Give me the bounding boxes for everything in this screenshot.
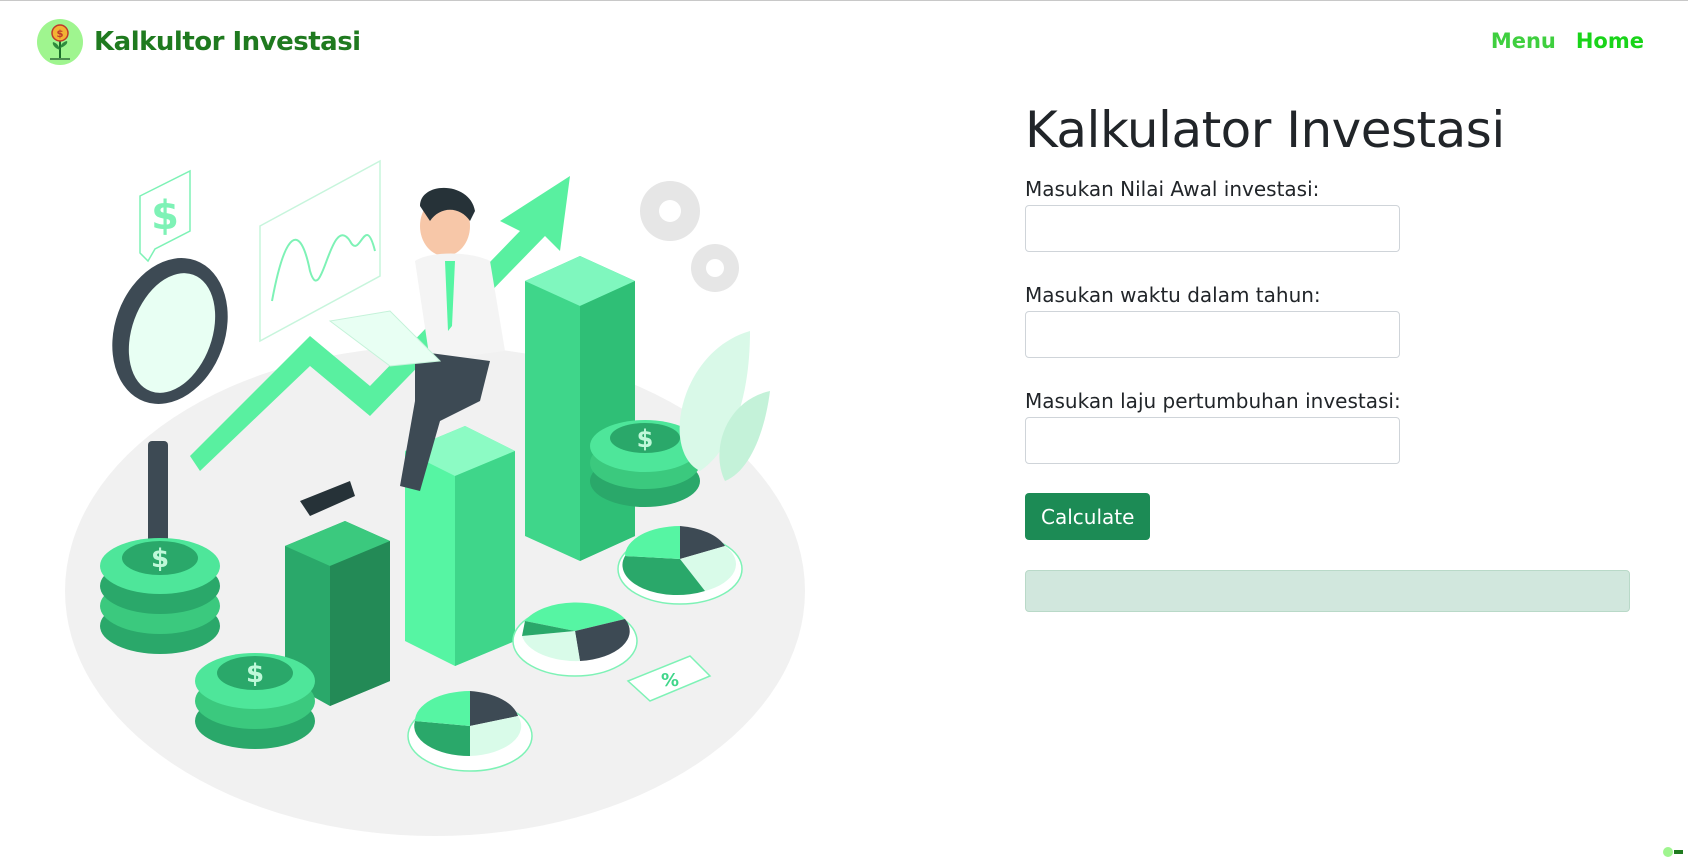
calculator-form: Kalkulator Investasi Masukan Nilai Awal … (1025, 101, 1635, 612)
brand-name: Kalkultor Investasi (94, 27, 361, 57)
growth-rate-label: Masukan laju pertumbuhan investasi: (1025, 389, 1401, 413)
years-label: Masukan waktu dalam tahun: (1025, 283, 1321, 307)
money-plant-icon: $ (37, 19, 83, 65)
nav-link-menu[interactable]: Menu (1491, 29, 1556, 53)
nav-link-home[interactable]: Home (1576, 29, 1644, 53)
corner-logo-icon (1663, 847, 1683, 857)
years-input[interactable] (1025, 311, 1400, 358)
result-box (1025, 570, 1630, 612)
gear-icon (640, 181, 739, 292)
svg-text:$: $ (57, 29, 64, 40)
growth-rate-field-group: Masukan laju pertumbuhan investasi: (1025, 389, 1635, 464)
dollar-tag: $ (139, 169, 191, 263)
svg-text:$: $ (246, 659, 264, 689)
calculate-button[interactable]: Calculate (1025, 493, 1151, 540)
nav-links: Menu Home (1491, 29, 1644, 53)
line-chart-card (259, 159, 381, 343)
years-field-group: Masukan waktu dalam tahun: (1025, 283, 1635, 358)
initial-investment-field-group: Masukan Nilai Awal investasi: (1025, 177, 1635, 252)
svg-text:$: $ (637, 425, 654, 453)
svg-text:%: % (661, 670, 679, 691)
plant-leaves (679, 331, 770, 481)
svg-text:$: $ (151, 544, 169, 574)
initial-investment-label: Masukan Nilai Awal investasi: (1025, 177, 1320, 201)
growth-rate-input[interactable] (1025, 417, 1400, 464)
coin-stack-bottom: $ (195, 653, 315, 749)
investment-growth-illustration: $ $ $ $ % (65, 159, 805, 836)
initial-investment-input[interactable] (1025, 205, 1400, 252)
coin-stack-left: $ (100, 538, 220, 654)
svg-text:$: $ (151, 193, 179, 239)
navbar: $ Kalkultor Investasi Menu Home (0, 1, 1688, 85)
brand[interactable]: $ Kalkultor Investasi (36, 18, 361, 66)
page-title: Kalkulator Investasi (1025, 101, 1505, 159)
